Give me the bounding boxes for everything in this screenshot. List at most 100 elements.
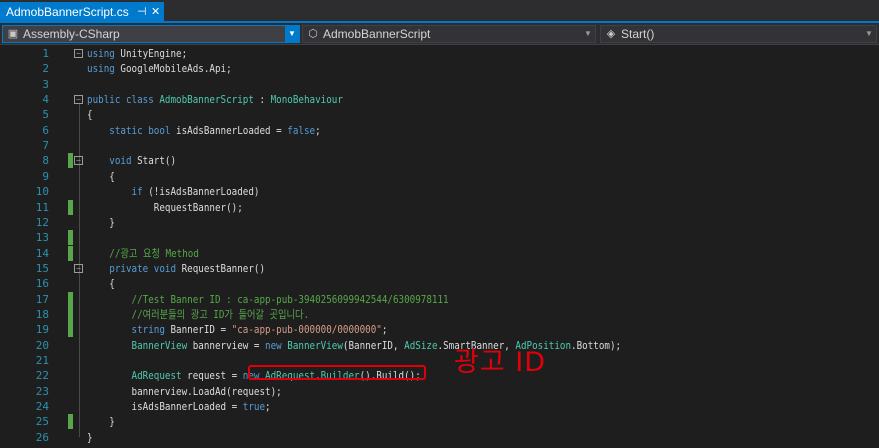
code-line[interactable]: 12 } [0, 215, 879, 230]
code-line[interactable]: 6 static bool isAdsBannerLoaded = false; [0, 123, 879, 138]
code-text: bannerview.LoadAd(request); [87, 384, 281, 399]
line-number: 17 [35, 292, 49, 306]
code-text: public class AdmobBannerScript : MonoBeh… [87, 92, 343, 107]
line-number: 4 [42, 93, 49, 107]
code-token: RequestBanner() [176, 261, 266, 275]
code-token: AdmobBannerScript [159, 93, 254, 107]
line-number: 13 [35, 231, 49, 245]
code-token: isAdsBannerLoaded = [87, 400, 243, 414]
type-dropdown[interactable]: ⬡ AdmobBannerScript ▼ [302, 25, 596, 43]
code-line[interactable]: 5{ [0, 107, 879, 122]
code-line[interactable]: 8 − void Start() [0, 153, 879, 169]
collapse-icon[interactable]: − [74, 263, 83, 273]
code-line[interactable]: 20 BannerView bannerview = new BannerVie… [0, 338, 879, 353]
code-line[interactable]: 23 bannerview.LoadAd(request); [0, 384, 879, 399]
code-token: static [109, 123, 143, 137]
code-token: ; [381, 323, 388, 337]
collapse-icon[interactable]: − [74, 49, 83, 58]
line-number: 10 [35, 185, 49, 199]
code-token: GoogleMobileAds.Api; [114, 62, 232, 76]
change-marker [68, 230, 73, 246]
code-token: string [131, 323, 165, 337]
project-dropdown[interactable]: ▣ Assembly-CSharp ▼ [2, 25, 300, 43]
code-line[interactable]: 25 } [0, 414, 879, 430]
code-token: } [87, 430, 93, 444]
code-text: } [87, 215, 115, 230]
line-number: 14 [35, 246, 49, 260]
line-number: 12 [35, 215, 49, 229]
code-text: } [87, 414, 115, 429]
code-line[interactable]: 16 { [0, 276, 879, 291]
code-text: static bool isAdsBannerLoaded = false; [87, 123, 320, 138]
code-token: UnityEngine; [114, 47, 188, 60]
change-marker [68, 153, 73, 169]
project-label: Assembly-CSharp [23, 27, 120, 41]
close-icon[interactable]: ✕ [151, 2, 160, 23]
code-line[interactable]: 2 using GoogleMobileAds.Api; [0, 61, 879, 76]
chevron-down-icon: ▼ [584, 29, 592, 38]
code-token: RequestBanner(); [87, 200, 243, 214]
line-number: 9 [42, 169, 49, 183]
code-line[interactable]: 17 //Test Banner ID : ca-app-pub-3940256… [0, 291, 879, 307]
code-token: request = [181, 369, 243, 383]
code-token: using [87, 62, 115, 76]
line-number: 15 [35, 261, 49, 275]
code-text: using GoogleMobileAds.Api; [87, 61, 232, 76]
code-line[interactable]: 4 − public class AdmobBannerScript : MonoB… [0, 92, 879, 107]
code-token: void [153, 261, 177, 275]
chevron-down-icon: ▼ [865, 29, 873, 38]
type-label: AdmobBannerScript [323, 27, 431, 41]
code-line[interactable]: 9 { [0, 169, 879, 184]
line-number: 11 [35, 200, 49, 214]
line-number: 16 [35, 277, 49, 291]
code-token: BannerView [287, 338, 343, 352]
navigation-bar: ▣ Assembly-CSharp ▼ ⬡ AdmobBannerScript … [0, 23, 879, 45]
code-token: private [109, 261, 149, 275]
code-line[interactable]: 11 RequestBanner(); [0, 199, 879, 215]
member-label: Start() [621, 27, 655, 41]
collapse-icon[interactable]: − [74, 156, 83, 166]
project-icon: ▣ [7, 28, 19, 40]
code-line[interactable]: 24 isAdsBannerLoaded = true; [0, 399, 879, 414]
code-line[interactable]: 19 string BannerID = "ca-app-pub-000000/… [0, 322, 879, 338]
code-line[interactable]: 22 AdRequest request = new AdRequest.Bui… [0, 368, 879, 383]
tab-admob-banner-script[interactable]: AdmobBannerScript.cs ⊣ ✕ [0, 2, 164, 23]
code-line[interactable]: 14 //광고 요청 Method [0, 245, 879, 261]
change-marker [68, 414, 73, 430]
code-text: //Test Banner ID : ca-app-pub-3940256099… [87, 292, 449, 307]
code-line[interactable]: 26} [0, 430, 879, 445]
code-text: } [87, 430, 93, 445]
code-line[interactable]: 10 if (!isAdsBannerLoaded) [0, 184, 879, 199]
code-token: } [87, 215, 115, 229]
code-text: { [87, 107, 93, 122]
code-line[interactable]: 18 //여러분들의 광고 ID가 들어갈 곳입니다. [0, 306, 879, 322]
line-number: 1 [42, 47, 49, 60]
method-icon: ◈ [606, 28, 616, 40]
code-line[interactable]: 21 [0, 353, 879, 368]
code-token: { [87, 277, 115, 291]
chevron-down-icon: ▼ [285, 26, 299, 42]
line-number: 21 [35, 354, 49, 367]
collapse-icon[interactable]: − [74, 95, 83, 105]
code-line[interactable]: 1 − using UnityEngine; [0, 46, 879, 61]
code-line[interactable]: 7 [0, 138, 879, 153]
member-dropdown[interactable]: ◈ Start() ▼ [600, 25, 877, 43]
code-line[interactable]: 13 [0, 230, 879, 246]
pin-icon[interactable]: ⊣ [137, 2, 147, 23]
code-token: //Test Banner ID : ca-app-pub-3940256099… [131, 292, 449, 306]
code-token: .Bottom); [571, 338, 622, 352]
code-token: : [253, 93, 271, 107]
line-number: 24 [35, 400, 49, 414]
code-token: class [125, 93, 154, 107]
code-token: bool [148, 123, 171, 137]
code-token: MonoBehaviour [270, 93, 343, 107]
code-line[interactable]: 15 − private void RequestBanner() [0, 261, 879, 276]
code-editor[interactable]: 1− using UnityEngine; 2 using GoogleMobileA… [0, 45, 879, 448]
code-token: if [131, 185, 143, 199]
code-line[interactable]: 3 [0, 77, 879, 92]
